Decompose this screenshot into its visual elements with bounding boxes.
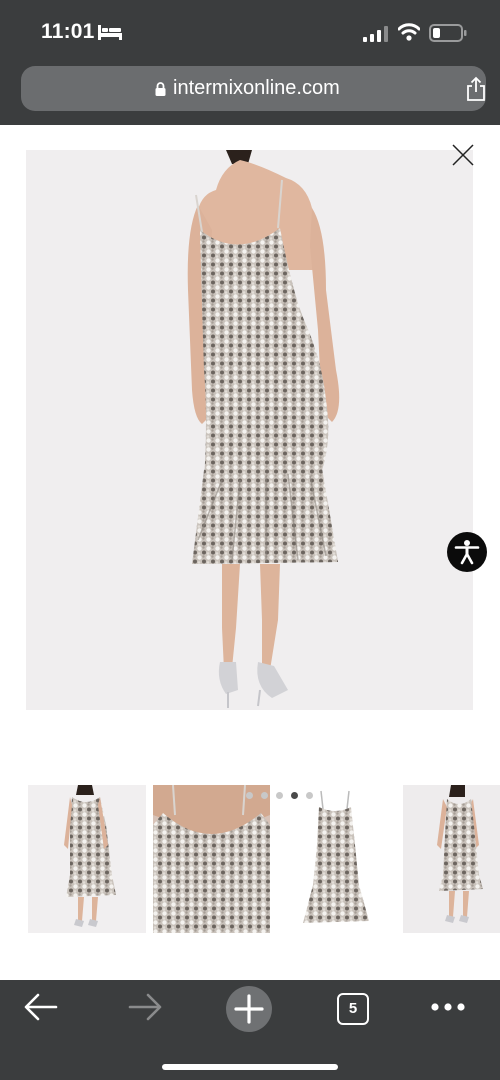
sequin-dress-back-photo [187,150,340,708]
home-indicator[interactable] [162,1064,338,1070]
lock-icon [155,82,166,96]
carousel-dot[interactable] [276,792,283,799]
carousel-dot[interactable] [261,792,268,799]
new-tab-button[interactable] [226,986,272,1032]
accessibility-button[interactable] [447,532,487,572]
accessibility-icon [454,540,480,565]
back-arrow-icon[interactable] [24,992,58,1022]
bed-icon [98,25,122,40]
main-product-image[interactable] [26,150,473,710]
status-time: 11:01 [41,20,95,43]
wifi-icon [398,23,420,41]
url-text: intermixonline.com [173,77,340,99]
carousel-dot-active[interactable] [291,792,298,799]
plus-icon [234,994,264,1024]
thumbnail-2[interactable] [153,785,270,933]
status-bar: 11:01 [0,0,500,64]
carousel-dot[interactable] [246,792,253,799]
close-icon[interactable] [452,144,474,166]
carousel-dot[interactable] [306,792,313,799]
thumbnail-4[interactable] [403,785,500,933]
battery-icon [429,24,467,42]
browser-address-area: intermixonline.com [0,64,500,125]
product-gallery [0,125,500,980]
tabs-icon: 5 [337,993,369,1025]
tabs-button[interactable]: 5 [337,993,369,1025]
more-dots-icon[interactable] [430,1002,466,1012]
forward-arrow-icon[interactable] [128,992,162,1022]
thumbnail-1[interactable] [28,785,146,933]
cellular-signal-icon [363,26,388,42]
share-icon[interactable] [465,76,487,102]
address-bar[interactable]: intermixonline.com [21,66,486,111]
thumbnail-3[interactable] [277,785,394,933]
